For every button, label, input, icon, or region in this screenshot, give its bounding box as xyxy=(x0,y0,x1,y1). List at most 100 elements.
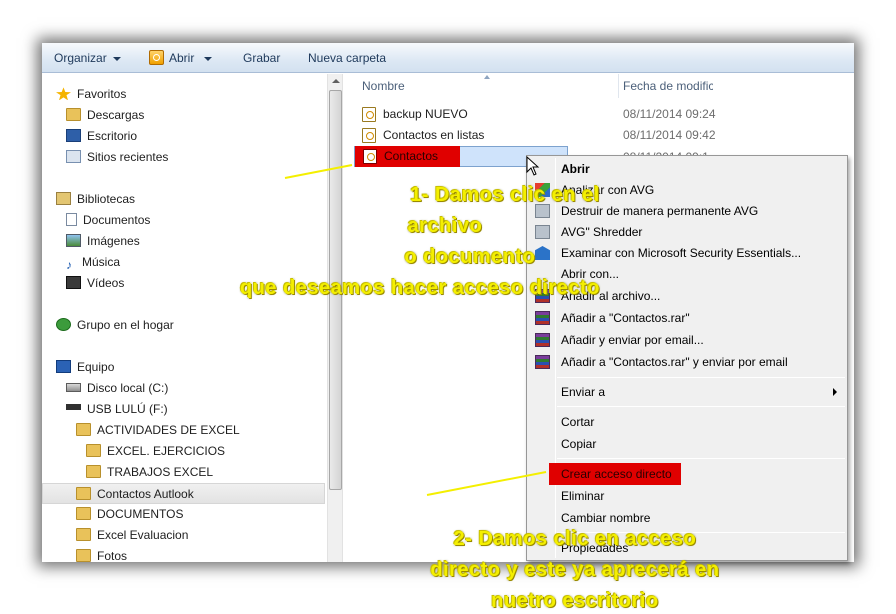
annotation-text: 1- Damos clic en el xyxy=(410,184,600,206)
scroll-up-arrow-icon[interactable] xyxy=(332,79,340,83)
recent-places-icon xyxy=(66,150,81,164)
menu-separator xyxy=(557,458,845,459)
nav-downloads[interactable]: Descargas xyxy=(66,105,144,126)
menu-label: Crear acceso directo xyxy=(561,467,672,481)
folder-icon xyxy=(76,423,91,437)
menu-label: Añadir a "Contactos.rar" y enviar por em… xyxy=(561,355,788,369)
nav-homegroup[interactable]: Grupo en el hogar xyxy=(56,315,174,336)
menu-label: Enviar a xyxy=(561,385,606,399)
nav-label: Descargas xyxy=(87,108,145,122)
nav-libraries[interactable]: Bibliotecas xyxy=(56,189,135,210)
column-separator[interactable] xyxy=(618,74,619,98)
folder-icon xyxy=(86,465,101,479)
nav-label: Contactos Autlook xyxy=(97,487,194,501)
file-date: 08/11/2014 09:42 xyxy=(623,128,716,142)
mouse-cursor-icon xyxy=(526,156,540,176)
hard-disk-icon xyxy=(66,383,81,393)
file-row[interactable]: backup NUEVO 08/11/2014 09:24 xyxy=(354,104,734,125)
nav-folder[interactable]: EXCEL. EJERCICIOS xyxy=(86,441,225,462)
nav-label: USB LULÚ (F:) xyxy=(87,402,168,416)
nav-desktop[interactable]: Escritorio xyxy=(66,126,137,147)
picture-icon xyxy=(66,234,81,248)
nav-favorites[interactable]: Favoritos xyxy=(56,84,126,105)
menu-label: Añadir a "Contactos.rar" xyxy=(561,311,690,325)
nav-label: Disco local (C:) xyxy=(87,381,169,395)
computer-icon xyxy=(56,360,71,374)
menu-label: Abrir xyxy=(561,162,590,176)
menu-item-cut[interactable]: Cortar xyxy=(529,411,845,433)
folder-icon xyxy=(76,528,91,542)
chevron-down-icon xyxy=(112,56,121,61)
navigation-pane: Favoritos Descargas Escritorio Sitios re… xyxy=(42,74,327,562)
nav-videos[interactable]: Vídeos xyxy=(66,273,124,294)
downloads-folder-icon xyxy=(66,108,81,122)
file-icon xyxy=(362,128,376,143)
nav-folder-selected[interactable]: Contactos Autlook xyxy=(42,483,325,504)
column-header-name[interactable]: Nombre xyxy=(362,74,612,98)
annotation-text: archivo xyxy=(407,215,483,237)
nav-label: TRABAJOS EXCEL xyxy=(107,465,214,479)
burn-button[interactable]: Grabar xyxy=(243,51,280,65)
menu-label: Cortar xyxy=(561,415,595,429)
organize-button[interactable]: Organizar xyxy=(54,51,121,65)
annotation-text: nuetro escritorio xyxy=(491,590,659,612)
nav-label: Música xyxy=(82,255,121,269)
file-name: Contactos xyxy=(384,149,439,163)
winrar-icon xyxy=(535,355,550,369)
menu-item-create-shortcut[interactable]: Crear acceso directo xyxy=(549,463,681,485)
nav-images[interactable]: Imágenes xyxy=(66,231,140,252)
annotation-text: 2- Damos clic en acceso xyxy=(453,528,697,550)
nav-music[interactable]: ♪ Música xyxy=(66,252,120,273)
menu-label: Copiar xyxy=(561,437,597,451)
open-button[interactable]: Abrir xyxy=(169,51,213,65)
file-name: Contactos en listas xyxy=(383,128,485,142)
nav-label: Escritorio xyxy=(87,129,138,143)
file-name: backup NUEVO xyxy=(383,107,468,121)
menu-label: Eliminar xyxy=(561,489,605,503)
nav-label: ACTIVIDADES DE EXCEL xyxy=(97,423,240,437)
nav-documents[interactable]: Documentos xyxy=(66,210,150,231)
nav-usb-drive[interactable]: USB LULÚ (F:) xyxy=(66,399,168,420)
nav-folder[interactable]: Fotos xyxy=(76,546,127,562)
file-icon xyxy=(363,149,377,164)
annotation-text: o documento xyxy=(404,246,536,268)
file-row[interactable]: Contactos en listas 08/11/2014 09:42 xyxy=(354,125,734,146)
menu-separator xyxy=(557,377,845,378)
nav-folder[interactable]: DOCUMENTOS xyxy=(76,504,183,525)
nav-scrollbar[interactable] xyxy=(327,74,343,562)
menu-item-copy[interactable]: Copiar xyxy=(529,433,845,455)
column-header-date[interactable]: Fecha de modific xyxy=(623,74,713,98)
menu-separator xyxy=(557,406,845,407)
nav-folder[interactable]: Excel Evaluacion xyxy=(76,525,188,546)
menu-item-add-email[interactable]: Añadir y enviar por email... xyxy=(529,329,845,351)
nav-folder[interactable]: ACTIVIDADES DE EXCEL xyxy=(76,420,240,441)
menu-item-open[interactable]: Abrir xyxy=(529,158,845,180)
nav-label: Fotos xyxy=(97,549,128,562)
nav-recent-places[interactable]: Sitios recientes xyxy=(66,147,168,168)
nav-label: EXCEL. EJERCICIOS xyxy=(107,444,226,458)
folder-icon xyxy=(86,444,101,458)
nav-label: Sitios recientes xyxy=(87,150,169,164)
nav-label: Equipo xyxy=(77,360,115,374)
open-label: Abrir xyxy=(169,51,195,65)
file-row-highlight[interactable]: Contactos xyxy=(355,146,460,167)
nav-computer[interactable]: Equipo xyxy=(56,357,114,378)
nav-label: DOCUMENTOS xyxy=(97,507,184,521)
desktop-icon xyxy=(66,129,81,143)
menu-item-delete[interactable]: Eliminar xyxy=(529,485,845,507)
menu-item-add-rar-email[interactable]: Añadir a "Contactos.rar" y enviar por em… xyxy=(529,351,845,373)
nav-folder[interactable]: TRABAJOS EXCEL xyxy=(86,462,213,483)
new-folder-button[interactable]: Nueva carpeta xyxy=(308,51,386,65)
submenu-arrow-icon xyxy=(833,388,837,396)
folder-icon xyxy=(76,507,91,521)
film-icon xyxy=(66,276,81,290)
winrar-icon xyxy=(535,311,550,325)
menu-item-add-rar[interactable]: Añadir a "Contactos.rar" xyxy=(529,307,845,329)
organize-label: Organizar xyxy=(54,51,107,65)
menu-item-send-to[interactable]: Enviar a xyxy=(529,381,845,403)
nav-local-disk[interactable]: Disco local (C:) xyxy=(66,378,168,399)
folder-icon xyxy=(76,487,91,501)
usb-drive-icon xyxy=(66,403,81,410)
nav-label: Grupo en el hogar xyxy=(77,318,174,332)
nav-label: Favoritos xyxy=(77,87,127,101)
